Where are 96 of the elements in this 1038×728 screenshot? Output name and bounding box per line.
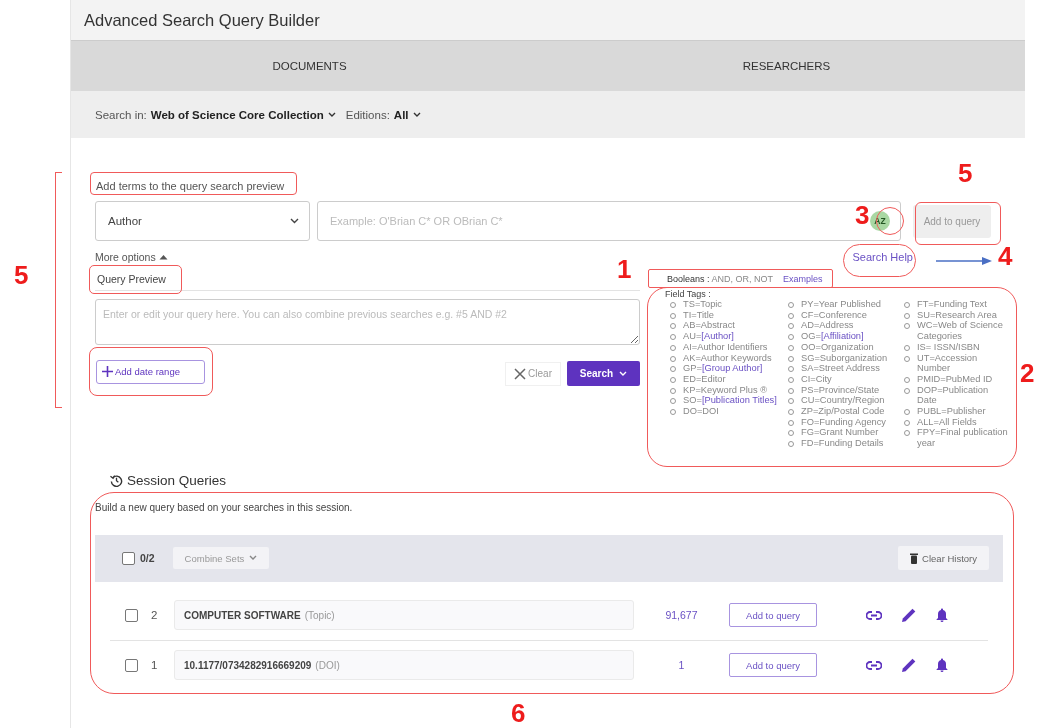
field-tag: CF=Conference — [801, 309, 867, 321]
session-description: Build a new query based on your searches in this session. — [95, 501, 354, 513]
booleans-text: Booleans : AND, OR, NOT — [667, 274, 774, 284]
more-options-toggle[interactable]: More options — [95, 251, 168, 263]
field-tag: ALL=All Fields — [917, 416, 977, 428]
tab[interactable]: RESEARCHERS — [548, 41, 1025, 91]
field-tag: FT=Funding Text — [917, 299, 987, 310]
field-tag: DOP=Publication Date — [917, 384, 1009, 407]
collection-dropdown[interactable]: Web of Science Core Collection — [150, 108, 342, 121]
field-tag: ZP=Zip/Postal Code — [801, 406, 885, 417]
field-tag: PMID=PubMed ID — [917, 373, 993, 385]
arrow-icon — [936, 256, 992, 266]
field-tag: SG=Suborganization — [801, 352, 888, 364]
field-tag-link[interactable]: [Group Author] — [701, 363, 763, 374]
field-tag: PY=Year Published — [801, 299, 882, 310]
field-tag: KP=Keyword Plus ® — [683, 384, 768, 396]
field-tag: OO=Organization — [801, 341, 874, 353]
field-tag: CU=Country/Region — [801, 395, 885, 407]
checkbox[interactable] — [125, 658, 138, 672]
query-preview-field[interactable]: Enter or edit your query here. You can also combine previous searches e.g. #5 AND #2 — [95, 299, 640, 345]
caret-icon — [158, 254, 168, 260]
field-tag: AB=Abstract — [683, 320, 735, 332]
set-number: 1 — [151, 659, 159, 672]
annotation-number: 1 — [617, 256, 632, 282]
search-help-link[interactable]: Search Help — [852, 251, 913, 263]
chevron-icon — [290, 218, 299, 224]
az-badge[interactable]: AZ — [870, 211, 890, 231]
chevron-icon — [412, 111, 421, 118]
search-button[interactable]: Search — [567, 361, 640, 386]
add-terms-label: Add terms to the query search preview — [96, 180, 285, 192]
bell-icon[interactable] — [936, 658, 948, 673]
field-tags-label: Field Tags : — [665, 289, 712, 299]
examples-link[interactable]: Examples — [783, 274, 823, 284]
annotation-number: 5 — [958, 160, 973, 186]
field-tag: AI=Author Identifiers — [683, 341, 768, 353]
editions-dropdown[interactable]: All — [393, 108, 427, 121]
field-tag: AK=Author Keywords — [683, 352, 772, 364]
field-tag-link[interactable]: [Author] — [701, 331, 734, 342]
annotation-number: 6 — [511, 700, 526, 726]
page-title: Advanced Search Query Builder — [84, 10, 320, 30]
chevron-icon — [249, 555, 258, 562]
checkbox[interactable] — [125, 608, 138, 622]
field-tag: UT=Accession Number — [917, 352, 1009, 374]
field-tag: OG=[Affiliation] — [801, 331, 864, 342]
field-tag: ED=Editor — [683, 373, 726, 385]
field-tag: DO=DOI — [683, 406, 719, 417]
add-to-query-button[interactable]: Add to query — [729, 653, 817, 678]
tab[interactable]: DOCUMENTS — [71, 41, 548, 91]
set-number: 2 — [151, 609, 159, 622]
field-tag: FD=Funding Details — [801, 438, 884, 449]
search-in-label: Search in: — [95, 108, 147, 121]
field-tag: TS=Topic — [683, 299, 722, 310]
results-count-link[interactable]: 91,677 — [634, 609, 729, 622]
field-tag: SO=[Publication Titles] — [683, 395, 777, 407]
editions-label: Editions: — [345, 108, 390, 121]
query-text: COMPUTER SOFTWARE (Topic) — [174, 600, 634, 631]
field-tag: FPY=Final publication year — [917, 427, 1009, 449]
field-tag: CI=City — [801, 373, 832, 385]
close-icon — [514, 367, 527, 380]
field-select[interactable]: Author — [95, 201, 310, 241]
annotation-number: 2 — [1020, 360, 1035, 386]
query-text: 10.1177/0734282916669209 (DOI) — [174, 650, 634, 681]
history-icon — [110, 473, 123, 487]
field-tag: GP=[Group Author] — [683, 363, 763, 374]
link-icon[interactable] — [866, 610, 882, 620]
annotation-number: 3 — [855, 202, 870, 228]
field-tag: AD=Address — [801, 320, 854, 332]
field-tag: IS= ISSN/ISBN — [917, 341, 980, 353]
checkbox[interactable] — [122, 551, 135, 565]
chevron-icon — [327, 111, 336, 118]
edit-icon[interactable] — [902, 608, 916, 623]
results-count-link[interactable]: 1 — [634, 659, 729, 672]
field-tag-link[interactable]: [Publication Titles] — [701, 395, 777, 406]
field-tag: WC=Web of Science Categories — [917, 320, 1009, 342]
field-tag-link[interactable]: [Affiliation] — [820, 331, 864, 342]
selected-count: 0/2 — [140, 552, 155, 565]
add-to-query-button[interactable]: Add to query — [729, 603, 817, 628]
add-date-range-button[interactable]: Add date range — [96, 359, 205, 384]
bell-icon[interactable] — [936, 608, 948, 623]
link-icon[interactable] — [866, 660, 882, 670]
annotation-number: 4 — [998, 243, 1013, 269]
field-tag: AU=[Author] — [683, 331, 734, 342]
field-tag: TI=Title — [683, 309, 714, 321]
edit-icon[interactable] — [902, 658, 916, 673]
annotation-number: 5 — [14, 262, 29, 288]
field-tag: PS=Province/State — [801, 384, 880, 396]
trash-icon — [910, 552, 919, 564]
plus-icon — [102, 366, 113, 377]
field-tag: FO=Funding Agency — [801, 416, 886, 428]
field-tag: PUBL=Publisher — [917, 406, 986, 417]
session-queries-heading: Session Queries — [127, 472, 227, 488]
chevron-icon — [619, 370, 628, 377]
field-tag: SU=Research Area — [917, 309, 997, 321]
field-tag: SA=Street Address — [801, 363, 880, 374]
clear-history-button[interactable]: Clear History — [898, 546, 989, 571]
field-tag: FG=Grant Number — [801, 427, 879, 439]
